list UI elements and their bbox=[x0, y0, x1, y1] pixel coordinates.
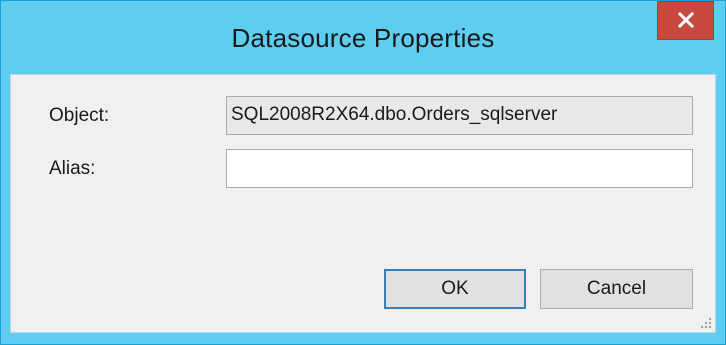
ok-button[interactable]: OK bbox=[384, 269, 526, 309]
close-button[interactable] bbox=[657, 1, 714, 40]
alias-label: Alias: bbox=[49, 158, 96, 179]
object-label: Object: bbox=[49, 105, 110, 126]
dialog-body: Object: SQL2008R2X64.dbo.Orders_sqlserve… bbox=[10, 74, 716, 333]
title-bar[interactable]: Datasource Properties bbox=[1, 1, 725, 74]
alias-input[interactable] bbox=[226, 149, 693, 188]
cancel-button[interactable]: Cancel bbox=[540, 269, 693, 309]
close-icon bbox=[678, 12, 694, 28]
object-field: SQL2008R2X64.dbo.Orders_sqlserver bbox=[226, 96, 693, 135]
dialog-window: Datasource Properties Object: SQL2008R2X… bbox=[0, 0, 726, 345]
dialog-title: Datasource Properties bbox=[231, 23, 495, 53]
resize-grip-icon[interactable] bbox=[698, 315, 712, 329]
